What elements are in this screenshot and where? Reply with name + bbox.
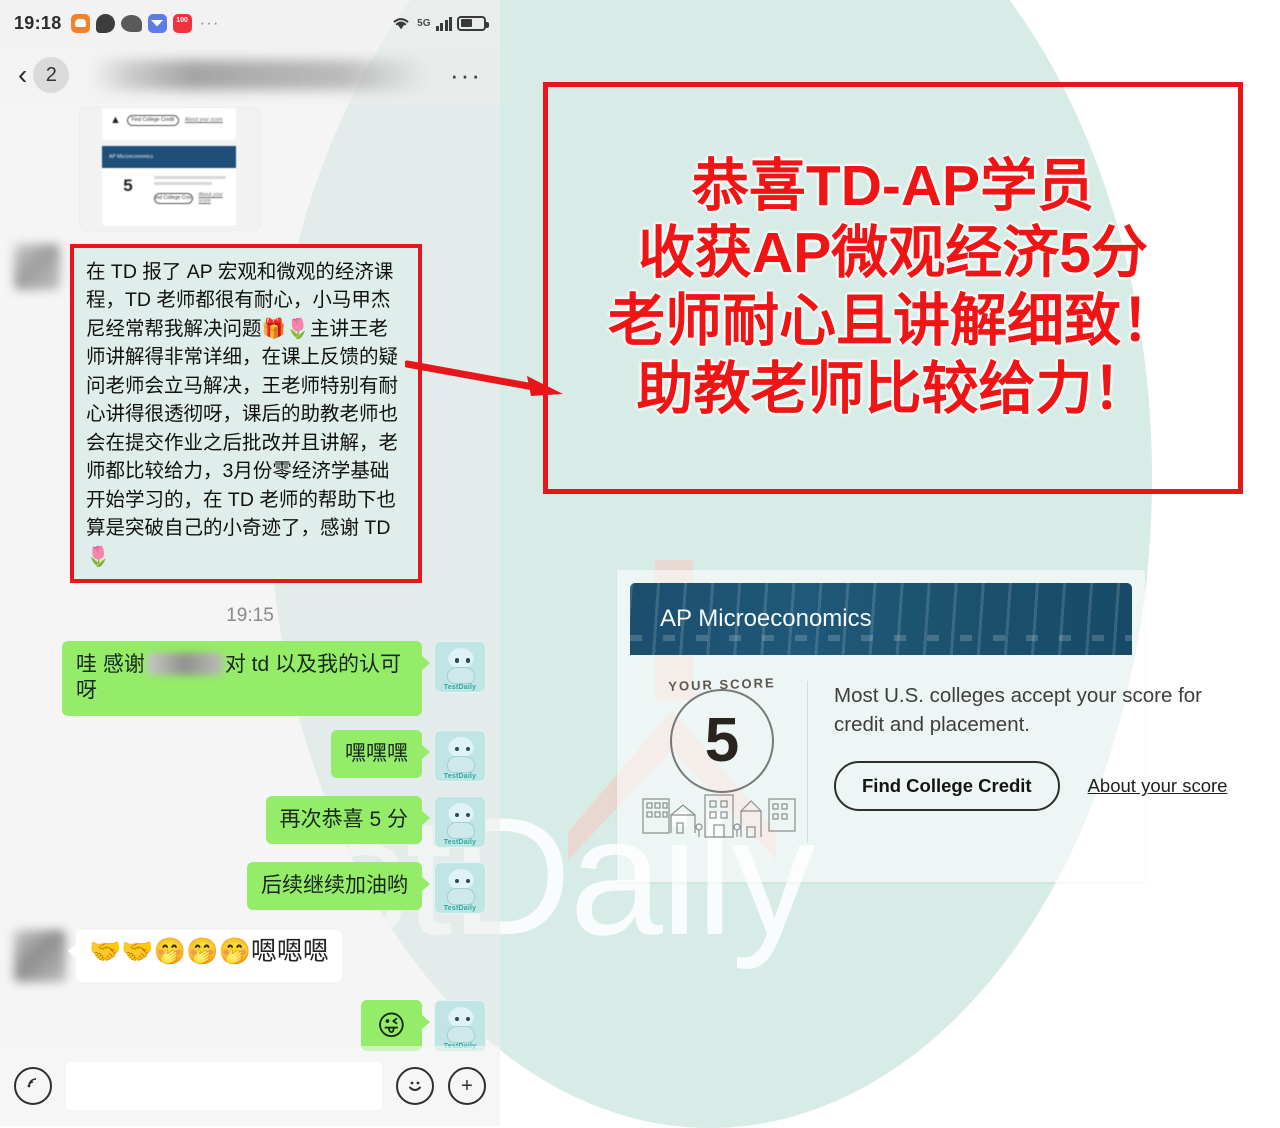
battery-icon: [457, 15, 489, 31]
mini-find-credit: Find College Credit: [126, 114, 179, 126]
network-type-label: 5G: [417, 17, 431, 29]
pointer-arrow-icon: [405, 360, 563, 396]
message-row-sent: 嘿嘿嘿 TestDaily: [14, 729, 486, 782]
chat-navbar: ‹ 2 ···: [0, 46, 500, 104]
voice-wave-icon[interactable]: [14, 1067, 52, 1105]
score-description: Most U.S. colleges accept your score for…: [834, 684, 1203, 737]
sent-bubble[interactable]: 后续继续加油哟: [247, 861, 430, 910]
avatar-blurred: [14, 244, 60, 290]
score-card-details: Most U.S. colleges accept your score for…: [808, 681, 1227, 843]
chat-title-blurred: [91, 60, 429, 90]
score-card-actions: Find College Credit About your score: [834, 761, 1228, 812]
score-card-header-band: AP Microeconomics: [630, 583, 1132, 655]
score-card-body: YOUR SCORE 5 Most U.S. colleges accept y…: [617, 655, 1227, 843]
envelope-icon: [147, 13, 167, 33]
mail-icon: [70, 13, 90, 33]
received-emoji-bubble[interactable]: 🤝🤝🤭🤭🤭嗯嗯嗯: [68, 929, 342, 982]
banner-line-2: 收获AP微观经济5分: [638, 221, 1148, 286]
smiley-face-icon[interactable]: [396, 1067, 434, 1105]
score-display: YOUR SCORE 5: [637, 675, 808, 843]
wechat-icon: [120, 14, 142, 32]
sent-bubble[interactable]: 哇 感谢对 td 以及我的认可呀: [62, 641, 430, 716]
message-row-received: 在 TD 报了 AP 宏观和微观的经济课程，TD 老师都很有耐心，小马甲杰尼经常…: [14, 244, 486, 584]
phone-inner-surface: 19:18 ··· 5G ‹ 2 ···: [0, 0, 500, 1126]
cellular-signal-icon: [435, 16, 452, 31]
message-text-input[interactable]: [66, 1062, 382, 1110]
status-overflow-icon: ···: [199, 13, 220, 32]
mini-score: 5: [123, 176, 133, 195]
find-college-credit-button[interactable]: Find College Credit: [834, 761, 1060, 812]
about-your-score-link[interactable]: About your score: [1088, 775, 1228, 797]
message-row-sent: 再次恭喜 5 分 TestDaily: [14, 795, 486, 848]
testimonial-text: 在 TD 报了 AP 宏观和微观的经济课程，TD 老师都很有耐心，小马甲杰尼经常…: [86, 261, 399, 568]
status-right-group: 5G: [390, 15, 489, 31]
message-row-sent: 后续继续加油哟 TestDaily: [14, 861, 486, 914]
avatar[interactable]: TestDaily: [434, 999, 486, 1052]
wifi-icon: [393, 18, 409, 30]
status-time: 19:18: [14, 12, 62, 33]
mini-card-bottom: AP Microeconomics 5 Find College Credit …: [102, 146, 236, 226]
chat-timestamp: 19:15: [226, 605, 274, 627]
message-row-received: 🤝🤝🤭🤭🤭嗯嗯嗯: [14, 929, 486, 982]
avatar[interactable]: TestDaily: [434, 795, 486, 848]
score-label: YOUR SCORE: [668, 675, 776, 694]
message-row-sent: 😜 TestDaily: [14, 999, 486, 1052]
highlighted-testimonial-bubble[interactable]: 在 TD 报了 AP 宏观和微观的经济课程，TD 老师都很有耐心，小马甲杰尼经常…: [70, 244, 422, 584]
campus-buildings-icon: [642, 794, 796, 838]
more-options-icon[interactable]: ···: [450, 61, 482, 88]
sent-emoji-bubble[interactable]: 😜: [360, 999, 431, 1051]
sent-text-pre: 哇 感谢: [76, 653, 145, 677]
blurred-name: [146, 653, 223, 676]
mini-card-top: ▲ Find College Credit About your score: [102, 108, 236, 140]
avatar[interactable]: TestDaily: [434, 729, 486, 782]
ap-score-card: AP Microeconomics YOUR SCORE 5 Most U.S.…: [617, 570, 1227, 882]
chat-message-list[interactable]: ▲ Find College Credit About your score A…: [0, 104, 500, 1052]
course-title: AP Microeconomics: [660, 605, 872, 632]
status-bar: 19:18 ··· 5G: [0, 0, 500, 46]
plus-circle-icon[interactable]: +: [448, 1067, 486, 1105]
avatar-brand-tag: TestDaily: [443, 684, 477, 692]
banner-line-4: 助教老师比较给力！: [636, 356, 1150, 421]
avatar-brand-tag: TestDaily: [443, 904, 477, 912]
phone-screenshot: 19:18 ··· 5G ‹ 2 ···: [0, 0, 500, 1126]
mini-band: AP Microeconomics: [102, 146, 236, 168]
avatar[interactable]: TestDaily: [434, 641, 486, 694]
message-row-sent: 哇 感谢对 td 以及我的认可呀 TestDaily: [14, 641, 486, 716]
avatar-brand-tag: TestDaily: [443, 772, 477, 780]
hundred-icon: [172, 13, 192, 33]
banner-line-3: 老师耐心且讲解细致！: [608, 289, 1178, 353]
sent-bubble[interactable]: 再次恭喜 5 分: [265, 795, 431, 844]
sent-bubble[interactable]: 嘿嘿嘿: [331, 729, 430, 778]
chat-bubble-icon: [95, 13, 115, 33]
score-ring: YOUR SCORE 5: [662, 675, 782, 801]
chat-input-bar: +: [0, 1046, 500, 1126]
avatar[interactable]: TestDaily: [434, 861, 486, 914]
message-image-thumbnail[interactable]: ▲ Find College Credit About your score A…: [80, 108, 260, 230]
avatar-brand-tag: TestDaily: [443, 838, 477, 846]
back-chevron-icon[interactable]: ‹: [18, 61, 27, 89]
banner-line-1: 恭喜TD-AP学员: [691, 153, 1095, 218]
unread-count-badge[interactable]: 2: [33, 57, 70, 93]
promo-banner: 恭喜TD-AP学员 收获AP微观经济5分 老师耐心且讲解细致！ 助教老师比较给力…: [543, 82, 1243, 494]
avatar-blurred: [14, 929, 66, 982]
